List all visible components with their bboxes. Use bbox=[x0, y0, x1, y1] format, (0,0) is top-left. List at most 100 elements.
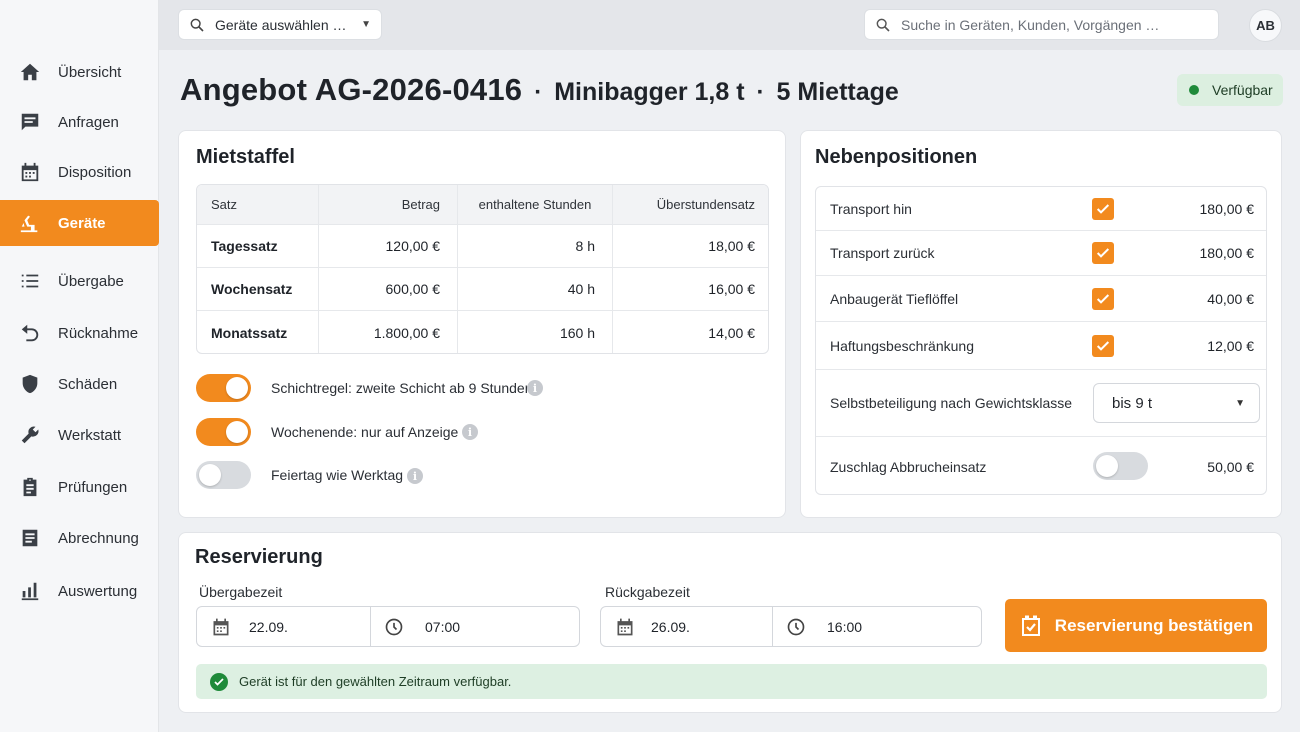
sidebar-item-label: Auswertung bbox=[58, 582, 138, 600]
machine-name: Minibagger 1,8 t bbox=[554, 78, 745, 106]
sidebar-item-label: Prüfungen bbox=[58, 478, 128, 496]
sidebar-item-geraete[interactable]: Geräte bbox=[0, 200, 159, 246]
item-label: Selbstbeteiligung nach Gewichtsklasse bbox=[830, 395, 1073, 411]
device-select-value: Geräte auswählen … bbox=[215, 16, 347, 33]
search-input[interactable] bbox=[901, 16, 1201, 33]
item-label: Transport hin bbox=[830, 200, 912, 217]
rate-hours: 40 h bbox=[458, 268, 613, 310]
toggle-knob bbox=[226, 421, 248, 443]
status-label: Verfügbar bbox=[1212, 82, 1273, 98]
rate-hours: 8 h bbox=[458, 225, 613, 267]
confirm-reservation-button[interactable]: Reservierung bestätigen bbox=[1005, 599, 1267, 652]
avatar[interactable]: AB bbox=[1249, 9, 1282, 42]
shield-icon bbox=[18, 372, 42, 396]
item-label: Anbaugerät Tieflöffel bbox=[830, 290, 959, 307]
rate-amount: 600,00 € bbox=[319, 268, 458, 310]
column-header: Überstundensatz bbox=[656, 197, 755, 212]
rate-hours: 160 h bbox=[458, 311, 613, 353]
sidebar-item-label: Schäden bbox=[58, 375, 118, 393]
item-amount: 180,00 € bbox=[1199, 245, 1255, 261]
haftung-checkbox[interactable] bbox=[1092, 334, 1114, 357]
rate-name: Tagessatz bbox=[197, 225, 319, 267]
search-icon bbox=[190, 18, 204, 32]
document-icon bbox=[18, 526, 42, 550]
item-label: Transport zurück bbox=[830, 245, 935, 261]
sidebar-item-ruecknahme[interactable]: Rücknahme bbox=[0, 310, 159, 356]
transport-hin-checkbox[interactable] bbox=[1092, 197, 1114, 220]
title-separator: · bbox=[534, 79, 543, 106]
calendar-icon bbox=[213, 618, 229, 635]
list-item: Haftungsbeschränkung 12,00 € bbox=[816, 322, 1266, 370]
item-amount: 40,00 € bbox=[1207, 290, 1254, 307]
shift-rule-toggle[interactable] bbox=[196, 374, 251, 402]
uebergabe-datetime: 22.09. 07:00 bbox=[196, 606, 580, 647]
availability-notice: Gerät ist für den gewählten Zeitraum ver… bbox=[196, 664, 1267, 699]
list-item: Anbaugerät Tieflöffel 40,00 € bbox=[816, 276, 1266, 322]
rueckgabe-date-field[interactable]: 26.09. bbox=[601, 607, 773, 646]
info-icon[interactable]: i bbox=[527, 380, 543, 396]
sidebar-item-uebersicht[interactable]: Übersicht bbox=[0, 49, 159, 95]
column-header: enthaltene Stunden bbox=[458, 185, 613, 224]
sidebar-item-label: Werkstatt bbox=[58, 426, 122, 444]
table-row: Wochensatz 600,00 € 40 h 16,00 € bbox=[197, 268, 768, 311]
rental-days: 5 Miettage bbox=[776, 78, 899, 106]
uebergabe-time-field[interactable]: 07:00 bbox=[371, 607, 460, 646]
sidebar-item-werkstatt[interactable]: Werkstatt bbox=[0, 412, 159, 458]
weight-class-value: bis 9 t bbox=[1112, 394, 1153, 412]
chevron-down-icon: ▼ bbox=[361, 19, 371, 30]
table-row: Monatssatz 1.800,00 € 160 h 14,00 € bbox=[197, 311, 768, 353]
tiefloeffel-checkbox[interactable] bbox=[1092, 287, 1114, 310]
wrench-icon bbox=[18, 423, 42, 447]
rate-name: Wochensatz bbox=[197, 268, 319, 310]
check-icon bbox=[1096, 293, 1110, 304]
sidebar-item-abrechnung[interactable]: Abrechnung bbox=[0, 515, 159, 561]
overtime-rate: 18,00 € bbox=[708, 238, 755, 254]
mietstaffel-title: Mietstaffel bbox=[196, 146, 295, 168]
shift-rule-label: Schichtregel: zweite Schicht ab 9 Stunde… bbox=[271, 380, 533, 396]
info-icon[interactable]: i bbox=[462, 424, 478, 440]
uebergabe-date-field[interactable]: 22.09. bbox=[197, 607, 371, 646]
table-header: Satz Betrag enthaltene Stunden Überstund… bbox=[197, 185, 768, 225]
weight-class-select[interactable]: bis 9 t ▼ bbox=[1093, 383, 1260, 423]
item-label: Zuschlag Abbrucheinsatz bbox=[830, 458, 987, 475]
calendar-icon bbox=[617, 618, 633, 635]
sidebar-item-pruefungen[interactable]: Prüfungen bbox=[0, 464, 159, 510]
weekend-toggle[interactable] bbox=[196, 418, 251, 446]
global-search[interactable] bbox=[864, 9, 1219, 40]
transport-zurueck-checkbox[interactable] bbox=[1092, 242, 1114, 264]
offer-number: Angebot AG-2026-0416 bbox=[180, 72, 523, 107]
table-row: Tagessatz 120,00 € 8 h 18,00 € bbox=[197, 225, 768, 268]
rate-name: Monatssatz bbox=[197, 311, 319, 353]
check-icon bbox=[1096, 340, 1110, 351]
sidebar-item-schaeden[interactable]: Schäden bbox=[0, 361, 159, 407]
sidebar-item-label: Rücknahme bbox=[58, 324, 139, 342]
clipboard-icon bbox=[18, 475, 42, 499]
holiday-toggle[interactable] bbox=[196, 461, 251, 489]
sidebar-item-anfragen[interactable]: Anfragen bbox=[0, 99, 159, 145]
home-icon bbox=[18, 60, 42, 84]
rueckgabe-time-field[interactable]: 16:00 bbox=[773, 607, 862, 646]
toggle-knob bbox=[199, 464, 221, 486]
list-item: Zuschlag Abbrucheinsatz 50,00 € bbox=[816, 437, 1266, 494]
weekend-label: Wochenende: nur auf Anzeige bbox=[271, 424, 459, 440]
item-amount: 50,00 € bbox=[1207, 458, 1254, 475]
sidebar-item-uebergabe[interactable]: Übergabe bbox=[0, 258, 159, 304]
notice-text: Gerät ist für den gewählten Zeitraum ver… bbox=[239, 674, 512, 689]
title-separator: · bbox=[756, 79, 765, 106]
check-circle-icon bbox=[210, 672, 228, 691]
device-select[interactable]: Geräte auswählen … ▼ bbox=[178, 9, 382, 40]
rueckgabe-time: 16:00 bbox=[827, 618, 863, 635]
page-title: Angebot AG-2026-0416 · Minibagger 1,8 t … bbox=[180, 72, 899, 108]
column-header: Satz bbox=[197, 185, 319, 224]
sidebar-item-auswertung[interactable]: Auswertung bbox=[0, 568, 159, 614]
sidebar-item-label: Geräte bbox=[58, 214, 106, 232]
info-icon[interactable]: i bbox=[407, 468, 423, 484]
rate-amount: 1.800,00 € bbox=[319, 311, 458, 353]
list-item: Selbstbeteiligung nach Gewichtsklasse bi… bbox=[816, 370, 1266, 437]
list-item: Transport hin 180,00 € bbox=[816, 187, 1266, 231]
check-icon bbox=[1096, 203, 1110, 214]
overtime-rate: 14,00 € bbox=[708, 325, 755, 341]
holiday-label: Feiertag wie Werktag bbox=[271, 467, 404, 483]
sidebar-item-disposition[interactable]: Disposition bbox=[0, 149, 159, 195]
abbruch-toggle[interactable] bbox=[1093, 452, 1148, 480]
